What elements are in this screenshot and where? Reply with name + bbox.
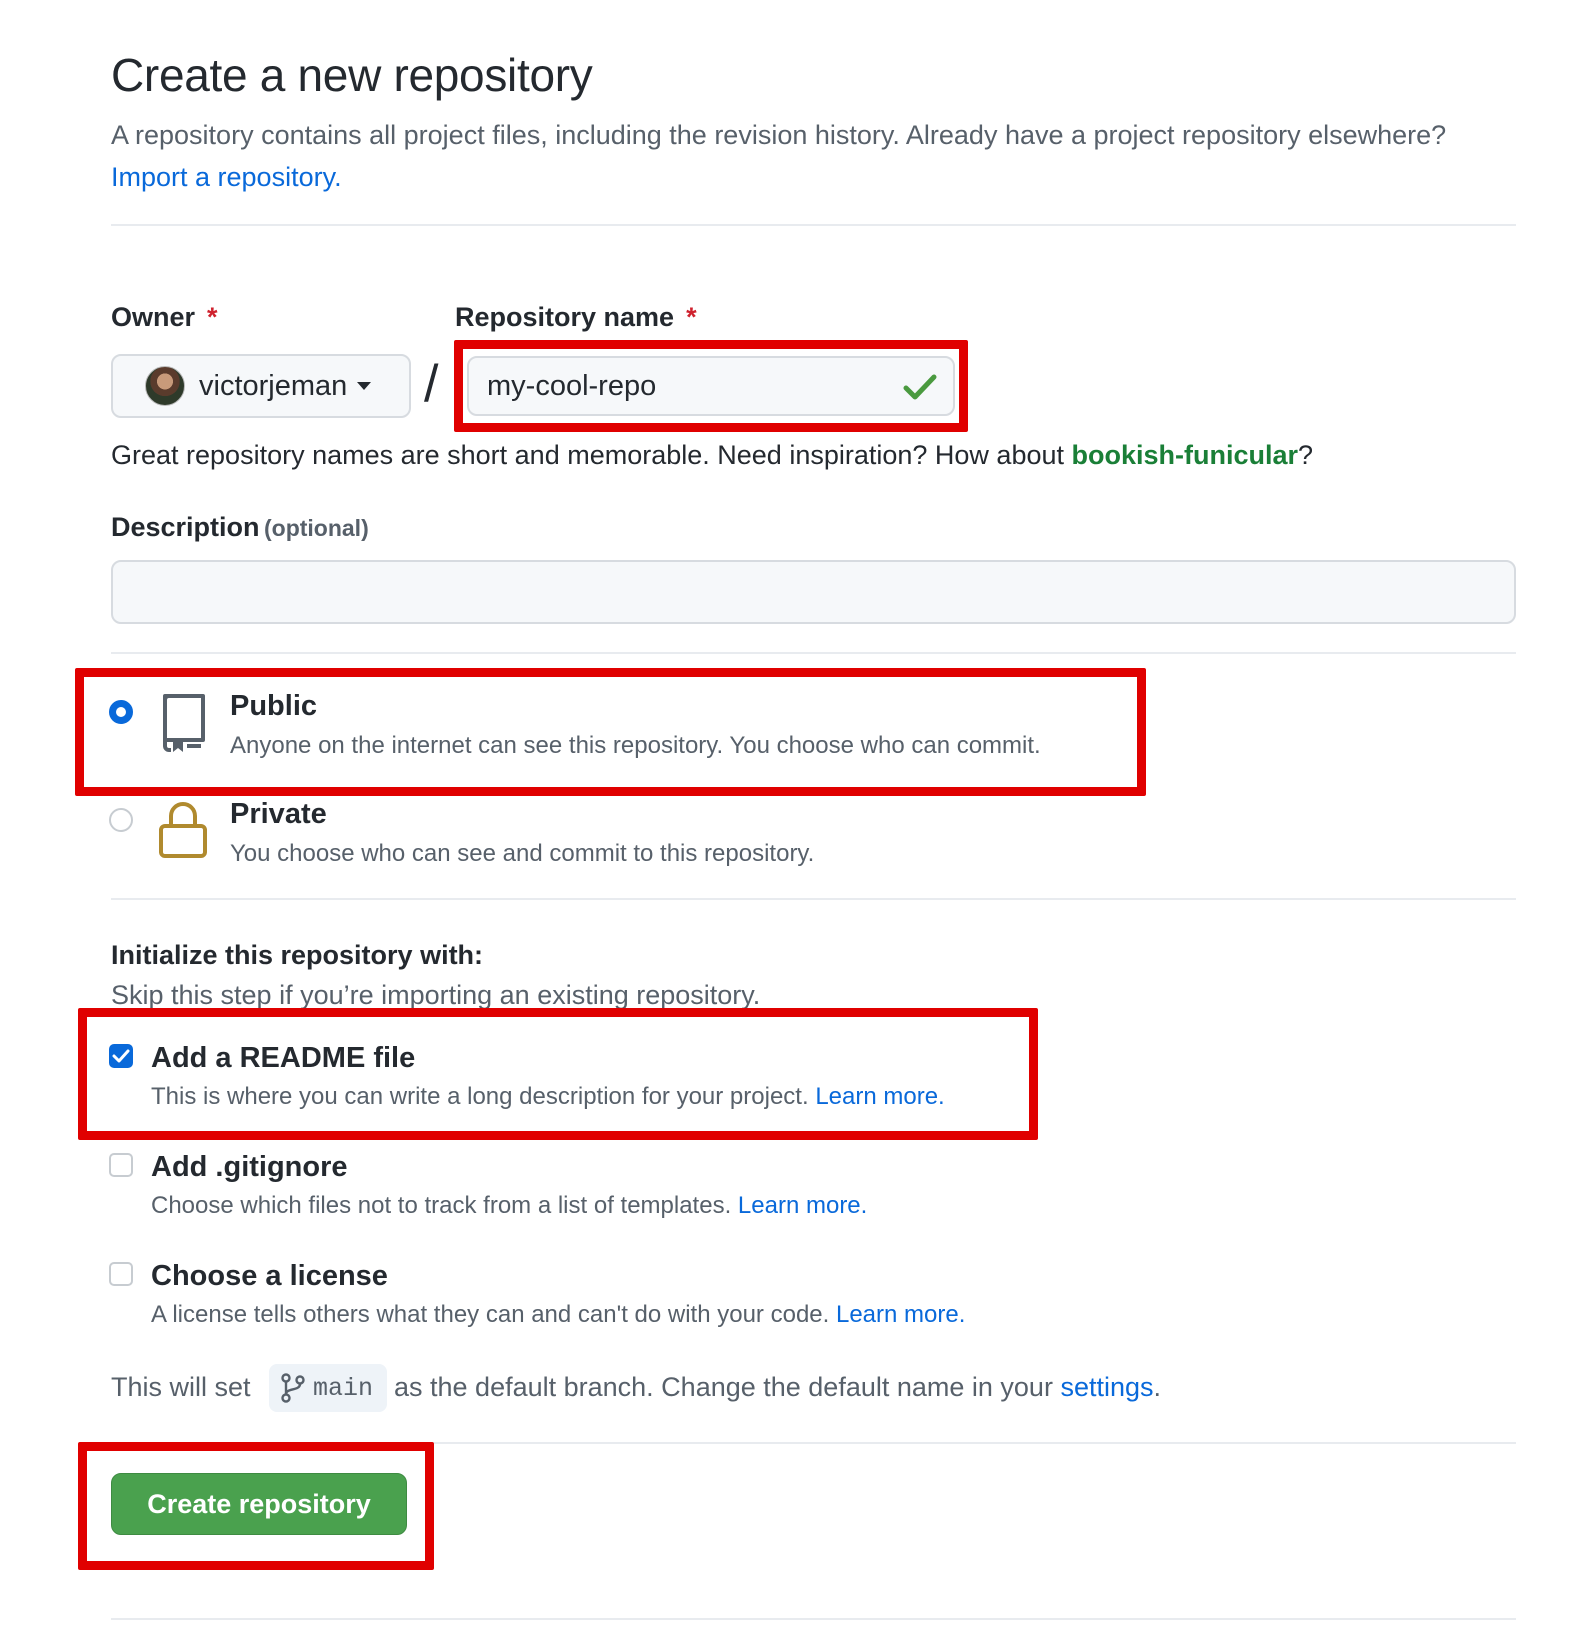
branch-note-prefix: This will set bbox=[111, 1372, 251, 1402]
branch-note-text: as the default branch. Change the defaul… bbox=[394, 1372, 1162, 1402]
readme-learn-more-link[interactable]: Learn more. bbox=[815, 1083, 944, 1110]
required-mark: * bbox=[686, 302, 697, 332]
divider bbox=[111, 652, 1516, 654]
chevron-down-icon bbox=[357, 382, 372, 390]
optional-tag: (optional) bbox=[263, 515, 369, 541]
divider bbox=[111, 224, 1516, 226]
license-learn-more-link[interactable]: Learn more. bbox=[836, 1301, 965, 1328]
readme-checkbox[interactable] bbox=[109, 1044, 133, 1068]
default-branch-chip: main bbox=[269, 1364, 387, 1412]
gitignore-description: Choose which files not to track from a l… bbox=[151, 1192, 868, 1219]
import-repository-link[interactable]: Import a repository. bbox=[111, 162, 342, 192]
owner-name: victorjeman bbox=[199, 369, 348, 402]
gitignore-title: Add .gitignore bbox=[151, 1151, 348, 1183]
repo-book-icon bbox=[163, 694, 205, 752]
divider bbox=[111, 898, 1516, 900]
page-title: Create a new repository bbox=[111, 49, 593, 101]
readme-description: This is where you can write a long descr… bbox=[151, 1083, 945, 1110]
license-description: A license tells others what they can and… bbox=[151, 1301, 966, 1328]
initialize-heading: Initialize this repository with: bbox=[111, 940, 484, 970]
repo-name-value: my-cool-repo bbox=[487, 369, 657, 402]
license-checkbox[interactable] bbox=[109, 1262, 133, 1286]
private-description: You choose who can see and commit to thi… bbox=[230, 840, 815, 867]
repo-name-label: Repository name * bbox=[455, 302, 697, 332]
description-input[interactable] bbox=[111, 560, 1516, 624]
gitignore-checkbox[interactable] bbox=[109, 1153, 133, 1177]
initialize-subheading: Skip this step if you’re importing an ex… bbox=[111, 980, 761, 1010]
description-label: Description (optional) bbox=[111, 512, 369, 542]
git-branch-icon bbox=[281, 1373, 305, 1403]
required-mark: * bbox=[207, 302, 218, 332]
repo-name-hint: Great repository names are short and mem… bbox=[111, 440, 1314, 470]
public-radio[interactable] bbox=[109, 700, 133, 724]
create-repository-button[interactable]: Create repository bbox=[111, 1473, 407, 1535]
owner-dropdown[interactable]: victorjeman bbox=[111, 354, 411, 418]
check-icon bbox=[903, 374, 937, 400]
owner-repo-separator: / bbox=[424, 355, 439, 413]
suggested-name-link[interactable]: bookish-funicular bbox=[1072, 440, 1299, 470]
divider bbox=[111, 1618, 1516, 1620]
user-avatar-icon bbox=[145, 366, 185, 406]
page-subtitle: A repository contains all project files,… bbox=[111, 114, 1491, 198]
gitignore-learn-more-link[interactable]: Learn more. bbox=[738, 1192, 867, 1219]
repo-name-input[interactable]: my-cool-repo bbox=[467, 356, 955, 416]
public-description: Anyone on the internet can see this repo… bbox=[230, 732, 1041, 759]
owner-label: Owner * bbox=[111, 302, 218, 332]
subtitle-text: A repository contains all project files,… bbox=[111, 120, 1447, 150]
readme-title: Add a README file bbox=[151, 1042, 416, 1074]
divider bbox=[111, 1442, 1516, 1444]
checkmark-icon bbox=[112, 1049, 130, 1063]
license-title: Choose a license bbox=[151, 1260, 388, 1292]
settings-link[interactable]: settings bbox=[1060, 1372, 1153, 1402]
public-title: Public bbox=[230, 690, 318, 722]
default-branch-name: main bbox=[313, 1373, 374, 1403]
private-title: Private bbox=[230, 798, 327, 830]
lock-icon bbox=[159, 802, 207, 858]
private-radio[interactable] bbox=[109, 808, 133, 832]
